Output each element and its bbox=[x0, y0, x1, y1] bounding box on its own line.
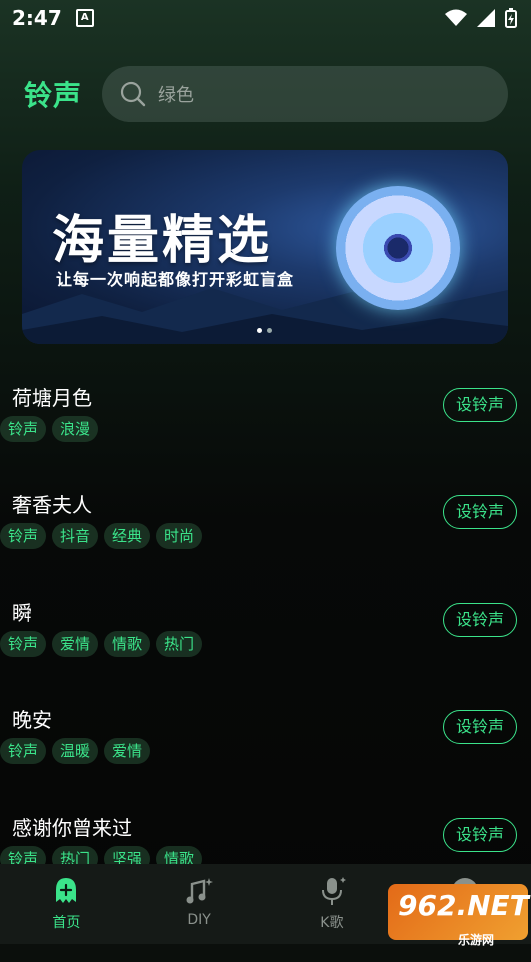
ghost-icon bbox=[56, 878, 77, 903]
set-ringtone-button[interactable]: 设铃声 bbox=[443, 603, 517, 637]
tag-list: 铃声 抖音 经典 时尚 bbox=[0, 523, 203, 549]
set-ringtone-button[interactable]: 设铃声 bbox=[443, 818, 517, 852]
search-input[interactable]: 绿色 bbox=[158, 81, 194, 107]
song-name: 感谢你曾来过 bbox=[12, 816, 132, 840]
tag: 爱情 bbox=[52, 631, 99, 657]
tag: 铃声 bbox=[0, 416, 47, 442]
set-ringtone-button[interactable]: 设铃声 bbox=[443, 495, 517, 529]
nav-home[interactable]: 首页 bbox=[0, 864, 133, 944]
song-name: 奢香夫人 bbox=[12, 493, 92, 517]
banner-title: 海量精选 bbox=[52, 211, 273, 271]
tag: 时尚 bbox=[156, 523, 203, 549]
status-bar: 2:47 A bbox=[0, 0, 531, 36]
tag: 浪漫 bbox=[52, 416, 99, 442]
nav-label: DIY bbox=[187, 912, 211, 928]
battery-icon bbox=[505, 8, 517, 28]
song-name: 瞬 bbox=[12, 601, 32, 625]
search-icon bbox=[120, 81, 146, 107]
banner[interactable]: 海量精选 让每一次响起都像打开彩虹盲盒 bbox=[22, 150, 508, 344]
notification-a-icon: A bbox=[75, 9, 94, 27]
header: 铃声 绿色 bbox=[0, 64, 531, 122]
song-name: 荷塘月色 bbox=[12, 386, 92, 410]
list-item[interactable]: 奢香夫人 铃声 抖音 经典 时尚 设铃声 bbox=[0, 467, 531, 575]
banner-pagination bbox=[257, 328, 272, 333]
tag: 铃声 bbox=[0, 523, 47, 549]
tag: 爱情 bbox=[104, 738, 151, 764]
set-ringtone-button[interactable]: 设铃声 bbox=[443, 388, 517, 422]
list-item[interactable]: 晚安 铃声 温暖 爱情 设铃声 bbox=[0, 682, 531, 790]
tag-list: 铃声 浪漫 bbox=[0, 416, 99, 442]
status-time: 2:47 bbox=[12, 6, 62, 30]
watermark-sub: 乐游网 bbox=[458, 933, 495, 947]
pagination-dot bbox=[267, 328, 272, 333]
nav-karaoke[interactable]: K歌 bbox=[266, 864, 399, 944]
signal-icon bbox=[477, 9, 495, 27]
music-note-icon bbox=[186, 878, 214, 904]
page-title: 铃声 bbox=[24, 79, 83, 112]
tag-list: 铃声 爱情 情歌 热门 bbox=[0, 631, 203, 657]
list-item[interactable]: 瞬 铃声 爱情 情歌 热门 设铃声 bbox=[0, 575, 531, 683]
tag: 情歌 bbox=[104, 631, 151, 657]
tag: 经典 bbox=[104, 523, 151, 549]
tag: 抖音 bbox=[52, 523, 99, 549]
nav-diy[interactable]: DIY bbox=[133, 864, 266, 944]
tag: 热门 bbox=[156, 631, 203, 657]
tag: 铃声 bbox=[0, 631, 47, 657]
tag-list: 铃声 温暖 爱情 bbox=[0, 738, 151, 764]
wifi-icon bbox=[445, 9, 467, 26]
microphone-icon bbox=[321, 877, 346, 905]
tag: 铃声 bbox=[0, 738, 47, 764]
status-icons bbox=[445, 8, 517, 28]
search-bar[interactable]: 绿色 bbox=[102, 66, 508, 122]
tag: 温暖 bbox=[52, 738, 99, 764]
vinyl-disc-image bbox=[336, 186, 460, 310]
nav-label: K歌 bbox=[320, 915, 344, 931]
nav-label: 首页 bbox=[52, 915, 81, 931]
pagination-dot bbox=[257, 328, 262, 333]
banner-subtitle: 让每一次响起都像打开彩虹盲盒 bbox=[56, 270, 295, 289]
set-ringtone-button[interactable]: 设铃声 bbox=[443, 710, 517, 744]
song-name: 晚安 bbox=[12, 708, 52, 732]
watermark-logo: 962.NET 乐游网 bbox=[388, 884, 529, 947]
list-item[interactable]: 荷塘月色 铃声 浪漫 设铃声 bbox=[0, 360, 531, 468]
